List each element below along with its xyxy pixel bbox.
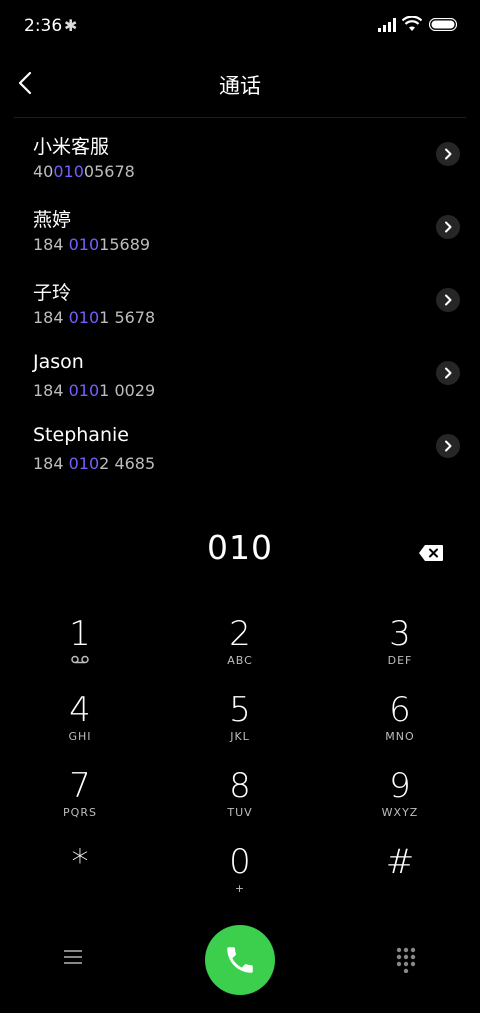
bottom-bar	[0, 920, 480, 1000]
header: 通话	[0, 52, 480, 118]
status-bar: 2:36 ✱	[0, 0, 480, 52]
backspace-icon[interactable]	[418, 544, 444, 562]
contact-number: 184 0101 5678	[33, 308, 156, 327]
menu-icon[interactable]	[62, 948, 84, 966]
chevron-right-icon	[445, 440, 452, 452]
battery-icon	[429, 18, 457, 31]
contact-detail-button[interactable]	[436, 215, 460, 239]
dialpad-toggle-icon[interactable]	[395, 947, 417, 973]
key-hash[interactable]: #	[320, 840, 480, 916]
key-star[interactable]: *	[0, 840, 160, 916]
bluetooth-icon: ✱	[64, 16, 78, 35]
call-button[interactable]	[205, 925, 275, 995]
dialed-number: 010	[207, 528, 273, 567]
contact-detail-button[interactable]	[436, 142, 460, 166]
list-item[interactable]: 小米客服 4001005678	[0, 124, 480, 197]
key-1[interactable]: 1	[0, 612, 160, 688]
key-2[interactable]: 2 ABC	[160, 612, 320, 688]
contact-number: 4001005678	[33, 162, 135, 181]
chevron-right-icon	[445, 148, 452, 160]
wifi-icon	[402, 16, 422, 31]
key-7[interactable]: 7 PQRS	[0, 764, 160, 840]
contact-number: 184 0101 0029	[33, 381, 156, 400]
contact-number: 184 01015689	[33, 235, 151, 254]
contact-number: 184 0102 4685	[33, 454, 156, 473]
contact-name: 小米客服	[33, 136, 110, 158]
contact-detail-button[interactable]	[436, 361, 460, 385]
key-3[interactable]: 3 DEF	[320, 612, 480, 688]
list-item[interactable]: Jason 184 0101 0029	[0, 343, 480, 416]
chevron-right-icon	[445, 367, 452, 379]
chevron-right-icon	[445, 221, 452, 233]
search-results-list: 小米客服 4001005678 燕婷 184 01015689 子玲 184 0…	[0, 124, 480, 489]
dial-display: 010	[0, 520, 480, 580]
key-5[interactable]: 5 JKL	[160, 688, 320, 764]
voicemail-icon	[0, 654, 160, 667]
contact-detail-button[interactable]	[436, 288, 460, 312]
key-9[interactable]: 9 WXYZ	[320, 764, 480, 840]
key-4[interactable]: 4 GHI	[0, 688, 160, 764]
page-title: 通话	[219, 74, 261, 98]
contact-detail-button[interactable]	[436, 434, 460, 458]
key-0[interactable]: 0 +	[160, 840, 320, 916]
list-item[interactable]: 燕婷 184 01015689	[0, 197, 480, 270]
contact-name: 燕婷	[33, 209, 72, 231]
list-item[interactable]: Stephanie 184 0102 4685	[0, 416, 480, 489]
status-time: 2:36	[24, 16, 63, 36]
chevron-right-icon	[445, 294, 452, 306]
key-8[interactable]: 8 TUV	[160, 764, 320, 840]
key-6[interactable]: 6 MNO	[320, 688, 480, 764]
phone-icon	[227, 947, 253, 973]
signal-icon	[378, 18, 396, 32]
contact-name: Jason	[33, 351, 84, 373]
contact-name: 子玲	[33, 282, 72, 304]
header-divider	[14, 117, 466, 118]
list-item[interactable]: 子玲 184 0101 5678	[0, 270, 480, 343]
contact-name: Stephanie	[33, 424, 129, 446]
